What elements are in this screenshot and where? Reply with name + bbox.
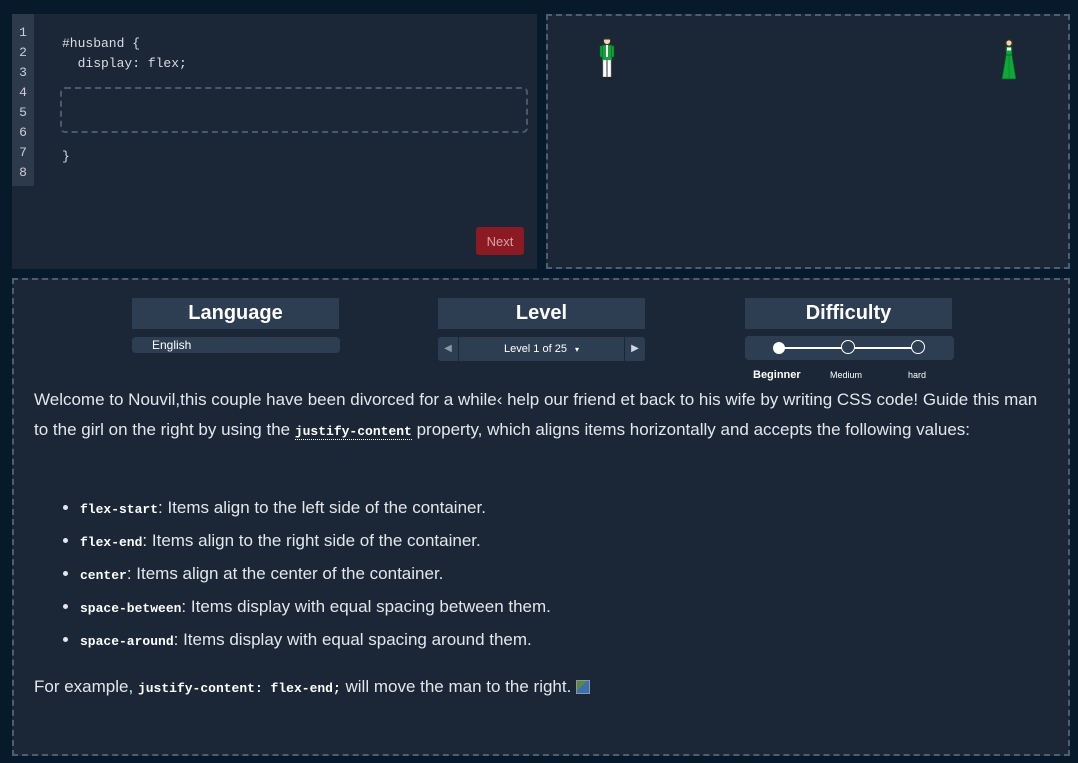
value-code: center [80, 568, 127, 583]
language-title: Language [132, 298, 339, 329]
css-input-field[interactable] [60, 87, 528, 133]
value-code: space-between [80, 601, 182, 616]
example-paragraph: For example, justify-content: flex-end; … [34, 672, 1044, 704]
list-item: center: Items align at the center of the… [80, 557, 551, 590]
line-number: 2 [19, 45, 27, 60]
value-code: space-around [80, 634, 174, 649]
value-code: flex-start [80, 502, 159, 517]
level-dropdown[interactable]: Level 1 of 25 ▾ [458, 337, 625, 362]
code-line-closing-brace: } [62, 149, 70, 164]
difficulty-option-hard[interactable] [911, 340, 925, 354]
difficulty-title: Difficulty [745, 298, 952, 329]
value-description: : Items align to the left side of the co… [158, 498, 486, 517]
code-line-display: display: flex; [62, 56, 187, 71]
list-item: space-between: Items display with equal … [80, 590, 551, 623]
line-number: 1 [19, 25, 27, 40]
justify-content-keyword: justify-content [294, 424, 412, 440]
css-editor-panel: 1 2 3 4 5 6 7 8 #husband { display: flex… [12, 14, 537, 269]
list-item: flex-end: Items align to the right side … [80, 524, 551, 557]
difficulty-slider[interactable] [745, 336, 954, 360]
next-level-arrow-icon[interactable]: ▶ [624, 337, 645, 361]
instructions-panel: Language English Level ◀ Level 1 of 25 ▾… [12, 278, 1070, 756]
difficulty-option-medium[interactable] [841, 340, 855, 354]
next-button[interactable]: Next [476, 227, 524, 255]
woman-figure-icon [1001, 39, 1017, 80]
game-board [546, 14, 1070, 269]
intro-paragraph: Welcome to Nouvil,this couple have been … [34, 385, 1044, 447]
difficulty-label-beginner: Beginner [753, 369, 801, 381]
language-select[interactable]: English [132, 337, 340, 353]
example-text: For example, [34, 677, 138, 696]
value-description: : Items display with equal spacing betwe… [181, 597, 551, 616]
values-list: flex-start: Items align to the left side… [60, 491, 551, 656]
intro-text-end: property, which aligns items horizontall… [411, 420, 970, 439]
caret-down-icon: ▾ [575, 345, 580, 354]
line-number: 8 [19, 165, 27, 180]
value-description: : Items display with equal spacing aroun… [173, 630, 532, 649]
level-title: Level [438, 298, 645, 329]
line-number: 7 [19, 145, 27, 160]
value-code: flex-end [80, 535, 143, 550]
example-text-end: will move the man to the right. [340, 677, 572, 696]
difficulty-option-beginner[interactable] [773, 342, 785, 354]
line-number-gutter: 1 2 3 4 5 6 7 8 [12, 14, 34, 186]
list-item: space-around: Items display with equal s… [80, 623, 551, 656]
value-description: : Items align to the right side of the c… [142, 531, 481, 550]
value-description: : Items align at the center of the conta… [126, 564, 444, 583]
man-figure-icon [599, 37, 615, 80]
line-number: 4 [19, 85, 27, 100]
language-value: English [152, 338, 192, 352]
line-number: 6 [19, 125, 27, 140]
broken-image-icon [576, 680, 591, 694]
line-number: 3 [19, 65, 27, 80]
prev-level-arrow-icon[interactable]: ◀ [438, 337, 459, 361]
difficulty-label-medium: Medium [830, 370, 863, 380]
level-indicator: Level 1 of 25 [503, 343, 567, 355]
code-line-selector: #husband { [62, 36, 141, 51]
example-code: justify-content: flex-end; [137, 681, 341, 696]
list-item: flex-start: Items align to the left side… [80, 491, 551, 524]
difficulty-label-hard: hard [908, 370, 927, 380]
level-navigator: ◀ Level 1 of 25 ▾ ▶ [438, 337, 645, 361]
line-number: 5 [19, 105, 27, 120]
